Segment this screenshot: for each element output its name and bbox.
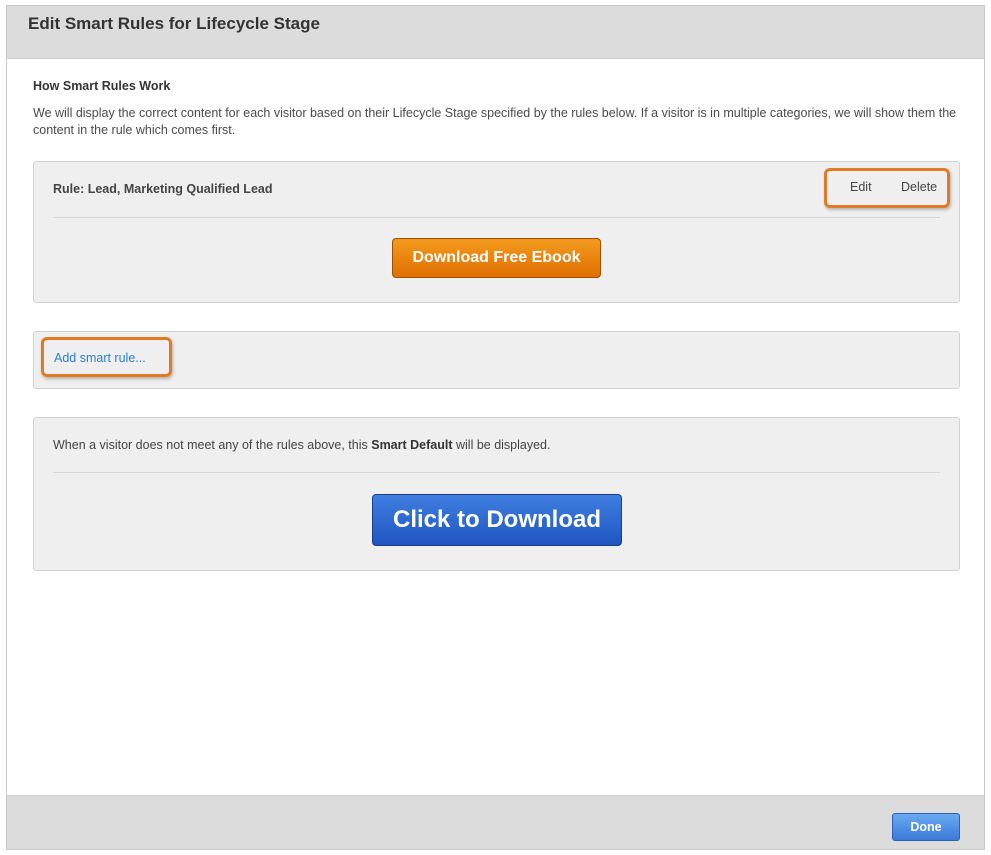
default-divider	[53, 472, 940, 473]
how-it-works-text: We will display the correct content for …	[33, 106, 957, 137]
smart-rule-panel: Rule: Lead, Marketing Qualified Lead Edi…	[33, 161, 960, 303]
rule-label: Rule: Lead, Marketing Qualified Lead	[53, 182, 273, 196]
rule-actions-highlight: Edit Delete	[824, 168, 950, 208]
smart-default-panel: When a visitor does not meet any of the …	[33, 417, 960, 571]
rule-divider	[53, 217, 940, 218]
smart-default-text-before: When a visitor does not meet any of the …	[53, 438, 372, 452]
modal-footer: Done	[7, 795, 984, 849]
delete-rule-link[interactable]: Delete	[901, 180, 937, 194]
smart-default-description: When a visitor does not meet any of the …	[53, 438, 550, 452]
modal-title: Edit Smart Rules for Lifecycle Stage	[28, 14, 320, 33]
how-it-works-heading: How Smart Rules Work	[33, 79, 171, 93]
click-to-download-button[interactable]: Click to Download	[372, 494, 622, 546]
add-smart-rule-link[interactable]: Add smart rule...	[54, 351, 146, 365]
modal-header: Edit Smart Rules for Lifecycle Stage	[7, 6, 984, 59]
edit-rule-link[interactable]: Edit	[850, 180, 872, 194]
add-rule-panel: Add smart rule...	[33, 331, 960, 389]
download-free-ebook-button[interactable]: Download Free Ebook	[392, 238, 601, 278]
smart-default-text-after: will be displayed.	[452, 438, 551, 452]
smart-default-text-bold: Smart Default	[371, 438, 453, 452]
add-rule-highlight: Add smart rule...	[41, 337, 172, 377]
smart-rules-modal: Edit Smart Rules for Lifecycle Stage How…	[6, 5, 985, 850]
done-button[interactable]: Done	[892, 813, 960, 841]
